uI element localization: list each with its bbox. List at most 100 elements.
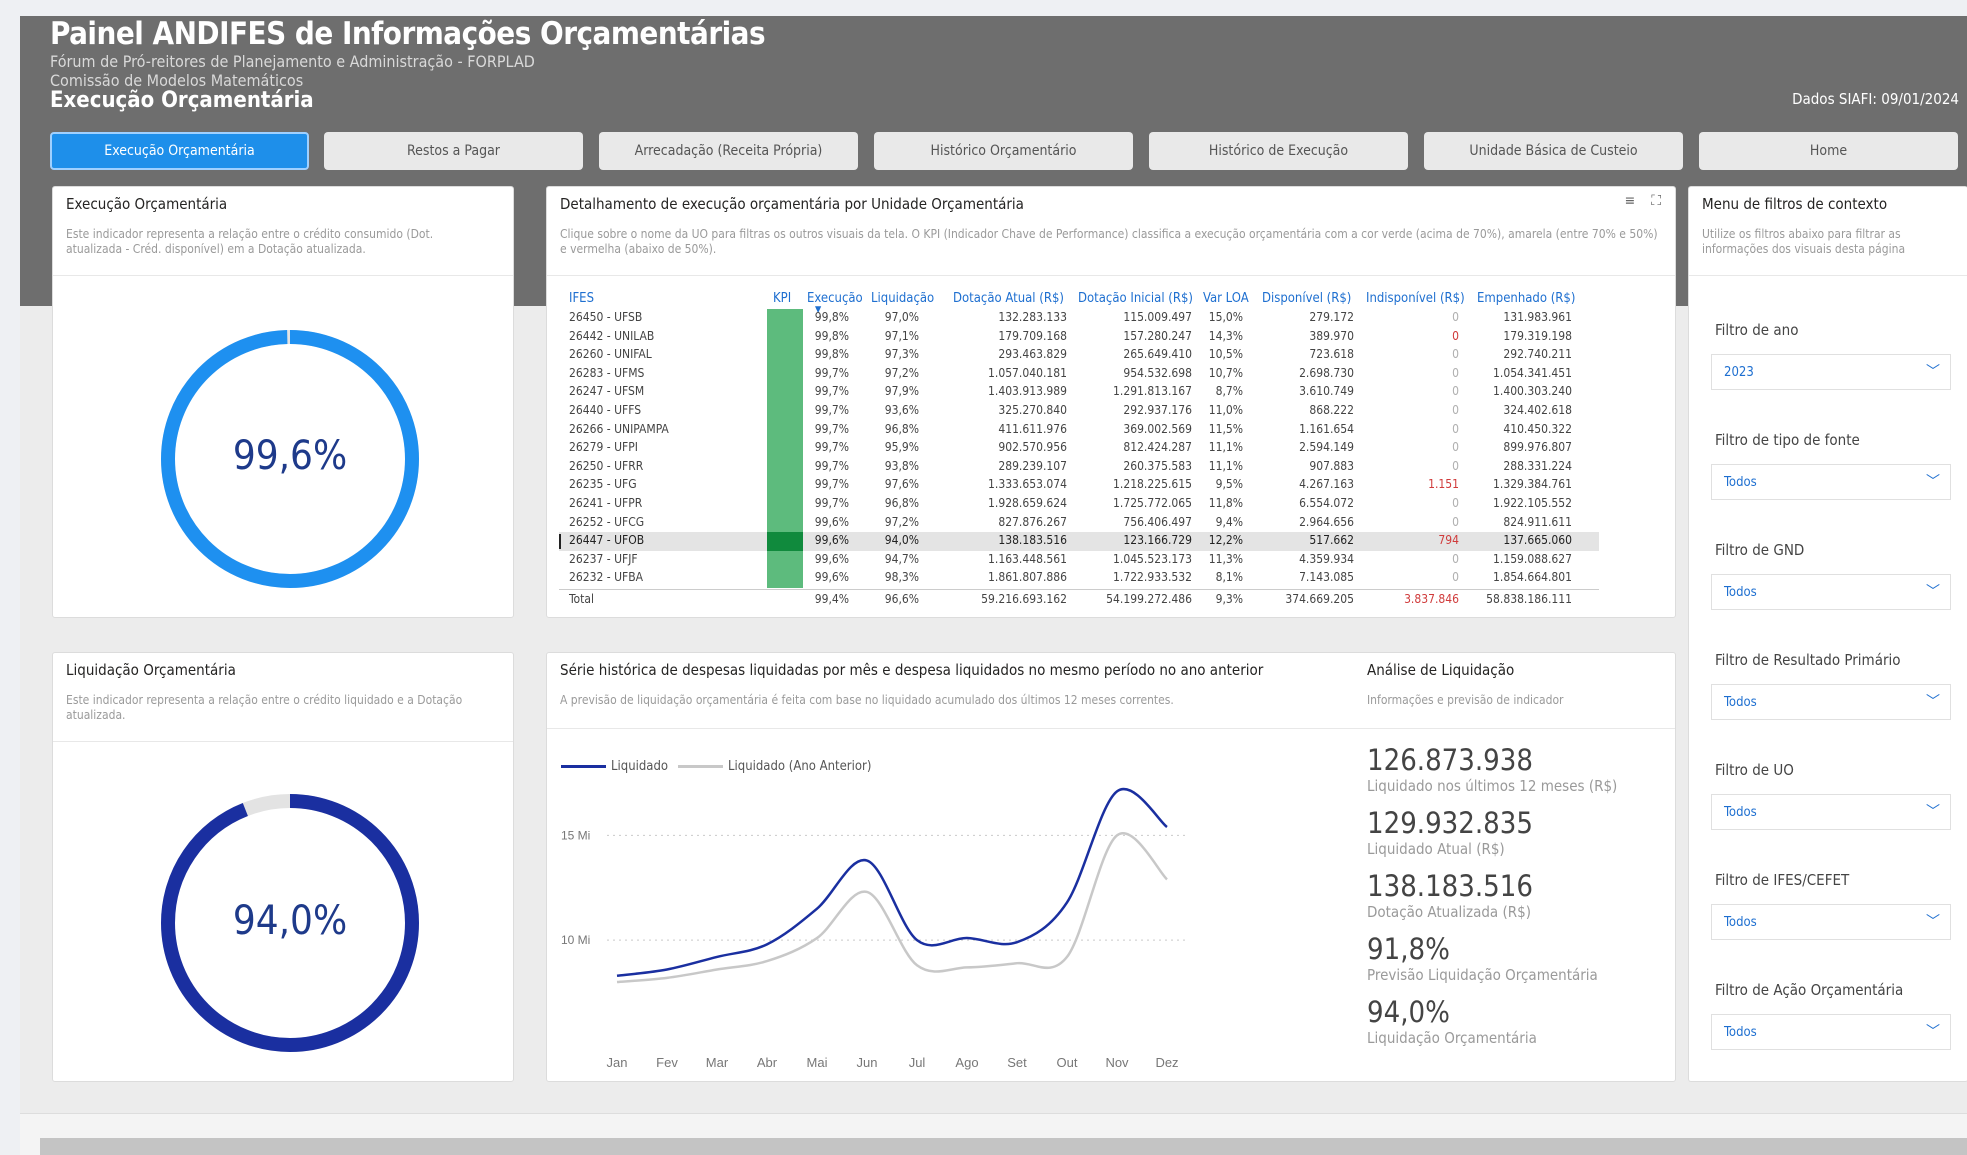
series-line-ano-anterior[interactable] [616, 832, 1168, 984]
tab-arrecadacao[interactable]: Arrecadação (Receita Própria) [599, 132, 858, 170]
table-row[interactable]: 26447 - UFOB 99,6% 94,0% 138.183.516 123.166… [559, 532, 1599, 551]
cell-dotacao-inicial: 756.406.497 [1123, 514, 1192, 529]
table-row[interactable]: 26260 - UNIFAL 99,8% 97,3% 293.463.829 265.6… [559, 346, 1599, 365]
table-row[interactable]: 26237 - UFJF 99,6% 94,7% 1.163.448.561 1.045… [559, 550, 1599, 570]
cell-disponivel: 4.267.163 [1299, 477, 1354, 492]
cell-ifes[interactable]: 26247 - UFSM [569, 384, 719, 398]
cell-var-loa: 15,0% [1208, 310, 1243, 324]
filter-icon[interactable]: ≡ [1624, 193, 1635, 209]
col-ifes[interactable]: IFES [569, 291, 594, 306]
execucao-description: Este indicador representa a relação entr… [66, 227, 434, 256]
filtro-fonte-dropdown[interactable]: Todos ﹀ [1711, 464, 1951, 500]
cell-ifes[interactable]: 26235 - UFG [569, 477, 719, 491]
cell-ifes[interactable]: 26283 - UFMS [569, 366, 719, 380]
table-row[interactable]: 26279 - UFPI 99,7% 95,9% 902.570.956 812.424… [559, 439, 1599, 458]
detalhamento-title: Detalhamento de execução orçamentária po… [560, 195, 1024, 213]
cell-liquidacao: 97,9% [884, 384, 919, 399]
cell-dotacao-inicial: 292.937.176 [1123, 403, 1192, 417]
table-row[interactable]: 26442 - UNILAB 99,8% 97,1% 179.709.168 157.2… [559, 327, 1599, 347]
cell-ifes[interactable]: 26241 - UFPR [569, 496, 719, 510]
table-row[interactable]: 26247 - UFSM 99,7% 97,9% 1.403.913.989 1.291… [559, 383, 1599, 402]
chevron-down-icon: ﹀ [1926, 474, 1940, 490]
serie-description: A previsão de liquidação orçamentária é … [560, 693, 1174, 707]
filtro-ano-dropdown[interactable]: 2023 ﹀ [1711, 354, 1951, 390]
cell-liquidacao: 95,9% [884, 440, 919, 455]
cell-disponivel: 1.161.654 [1299, 421, 1354, 436]
cell-ifes[interactable]: 26252 - UFCG [569, 515, 719, 529]
tab-unidade-basica-custeio[interactable]: Unidade Básica de Custeio [1424, 132, 1683, 170]
cell-ifes[interactable]: 26279 - UFPI [569, 440, 719, 454]
filtro-uo-label: Filtro de UO [1715, 761, 1794, 779]
horizontal-scrollbar[interactable] [40, 1138, 1967, 1155]
cell-ifes[interactable]: 26232 - UFBA [569, 570, 719, 584]
table-row[interactable]: 26252 - UFCG 99,6% 97,2% 827.876.267 756.406… [559, 513, 1599, 533]
cell-disponivel: 2.964.656 [1299, 514, 1354, 529]
cell-empenhado: 1.159.088.627 [1493, 551, 1572, 566]
cell-ifes[interactable]: 26447 - UFOB [569, 533, 719, 547]
table-row[interactable]: 26450 - UFSB 99,8% 97,0% 132.283.133 115.009… [559, 309, 1599, 328]
cell-var-loa: 11,3% [1208, 551, 1243, 566]
col-var-loa[interactable]: Var LOA [1203, 291, 1249, 306]
cell-liquidacao: 97,0% [884, 310, 919, 324]
legend-liquidado[interactable]: Liquidado [611, 759, 668, 774]
cell-ifes[interactable]: 26266 - UNIPAMPA [569, 422, 719, 436]
cell-dotacao-inicial: 1.722.933.532 [1113, 570, 1192, 585]
filtro-resultado-dropdown[interactable]: Todos ﹀ [1711, 684, 1951, 720]
cell-execucao: 99,7% [814, 384, 849, 399]
cell-ifes[interactable]: 26250 - UFRR [569, 459, 719, 473]
col-empenhado[interactable]: Empenhado (R$) [1477, 291, 1575, 306]
filtros-description: Utilize os filtros abaixo para filtrar a… [1702, 227, 1906, 256]
cell-dotacao-inicial: 954.532.698 [1123, 365, 1192, 380]
cell-dotacao-atual: 293.463.829 [998, 347, 1067, 362]
col-dotacao-atual[interactable]: Dotação Atual (R$) [953, 291, 1064, 306]
col-execucao[interactable]: Execução [807, 291, 863, 306]
cell-ifes[interactable]: 26442 - UNILAB [569, 329, 719, 343]
tab-execucao-orcamentaria[interactable]: Execução Orçamentária [50, 132, 309, 170]
col-liquidacao[interactable]: Liquidação [871, 291, 934, 306]
filtro-ano-label: Filtro de ano [1715, 321, 1799, 339]
cell-dotacao-inicial: 265.649.410 [1123, 347, 1192, 362]
tab-historico-orcamentario[interactable]: Histórico Orçamentário [874, 132, 1133, 170]
stat-liquidado-atual: 129.932.835 [1367, 806, 1533, 840]
filtro-uo-dropdown[interactable]: Todos ﹀ [1711, 794, 1951, 830]
tab-home[interactable]: Home [1699, 132, 1958, 170]
tab-restos-a-pagar[interactable]: Restos a Pagar [324, 132, 583, 170]
col-disponivel[interactable]: Disponível (R$) [1262, 291, 1351, 306]
cell-liquidacao: 97,3% [884, 347, 919, 362]
filtro-ifes-dropdown[interactable]: Todos ﹀ [1711, 904, 1951, 940]
page-title: Execução Orçamentária [50, 88, 314, 113]
cell-ifes[interactable]: 26237 - UFJF [569, 552, 719, 566]
table-row[interactable]: 26266 - UNIPAMPA 99,7% 96,8% 411.611.976 369… [559, 420, 1599, 440]
cell-execucao: 99,7% [814, 403, 849, 417]
cell-dotacao-atual: 179.709.168 [998, 328, 1067, 343]
cell-ifes[interactable]: 26450 - UFSB [569, 310, 719, 324]
table-row[interactable]: 26232 - UFBA 99,6% 98,3% 1.861.807.886 1.722… [559, 569, 1599, 588]
cell-indisponivel: 0 [1452, 310, 1459, 324]
table-row[interactable]: 26440 - UFFS 99,7% 93,6% 325.270.840 292.937… [559, 402, 1599, 421]
focus-mode-icon[interactable]: ⛶ [1651, 193, 1661, 209]
liquidacao-line-chart[interactable]: 15 Mi 10 Mi Jan Fev Mar Abr Mai Jun Jul Ago Set Out… [547, 783, 1347, 1082]
cell-ifes[interactable]: 26260 - UNIFAL [569, 347, 719, 361]
cell-indisponivel: 0 [1452, 458, 1459, 473]
col-dotacao-inicial[interactable]: Dotação Inicial (R$) [1078, 291, 1193, 306]
table-row[interactable]: 26250 - UFRR 99,7% 93,8% 289.239.107 260.375… [559, 457, 1599, 477]
cell-ifes[interactable]: 26440 - UFFS [569, 403, 719, 417]
tab-historico-execucao[interactable]: Histórico de Execução [1149, 132, 1408, 170]
cell-empenhado: 179.319.198 [1503, 328, 1572, 343]
cell-indisponivel: 0 [1452, 384, 1459, 399]
legend-ano-anterior[interactable]: Liquidado (Ano Anterior) [728, 759, 871, 774]
cell-disponivel: 389.970 [1309, 328, 1354, 343]
filtro-acao-dropdown[interactable]: Todos ﹀ [1711, 1014, 1951, 1050]
series-line-liquidado[interactable] [616, 787, 1168, 978]
cell-liquidacao: 97,6% [884, 477, 919, 492]
table-row[interactable]: 26241 - UFPR 99,7% 96,8% 1.928.659.624 1.725… [559, 495, 1599, 514]
cell-execucao: 99,7% [814, 496, 849, 510]
filtro-gnd-dropdown[interactable]: Todos ﹀ [1711, 574, 1951, 610]
cell-liquidacao: 96,8% [884, 421, 919, 436]
col-kpi[interactable]: KPI [773, 291, 791, 306]
col-indisponivel[interactable]: Indisponível (R$) [1366, 291, 1465, 306]
cell-indisponivel: 0 [1452, 365, 1459, 380]
table-row[interactable]: 26235 - UFG 99,7% 97,6% 1.333.653.074 1.218.… [559, 476, 1599, 495]
cell-dotacao-inicial: 1.725.772.065 [1113, 496, 1192, 510]
table-row[interactable]: 26283 - UFMS 99,7% 97,2% 1.057.040.181 954.5… [559, 364, 1599, 384]
